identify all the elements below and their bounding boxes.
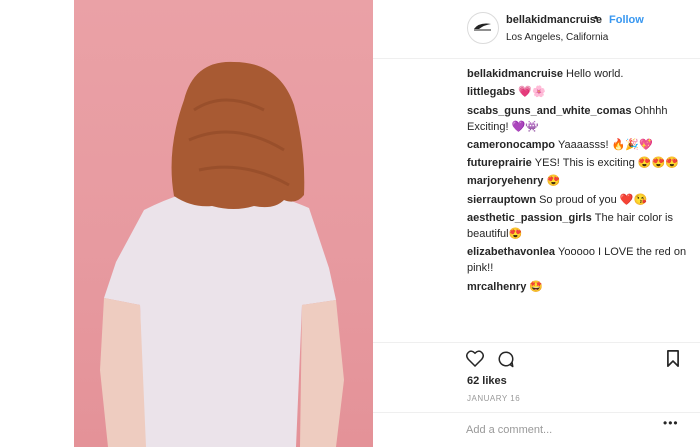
list-item: littlegabs 💗🌸 (467, 84, 693, 100)
comment-username[interactable]: mrcalhenry (467, 281, 526, 293)
comment-text: Hello world. (566, 68, 624, 80)
comment-text: Yaaaasss! 🔥🎉💖 (558, 138, 653, 151)
add-comment-bar (373, 412, 700, 448)
list-item: cameronocampo Yaaaasss! 🔥🎉💖 (467, 137, 693, 153)
separator-dot: • (594, 12, 598, 24)
comment-username[interactable]: futureprairie (467, 157, 532, 169)
comment-username[interactable]: marjoryehenry (467, 175, 543, 187)
comment-text: 💗🌸 (518, 86, 546, 99)
photo-illustration (100, 61, 344, 447)
list-item: aesthetic_passion_girls The hair color is… (467, 210, 693, 242)
comment-text: 😍 (546, 175, 561, 188)
comment-list: bellakidmancruise Hello world. littlegabs… (467, 66, 693, 297)
logo-icon (474, 23, 491, 31)
heart-icon[interactable] (466, 350, 484, 372)
comment-username[interactable]: sierrauptown (467, 194, 536, 206)
likes-count[interactable]: 62 likes (467, 375, 507, 387)
username-link[interactable]: bellakidmancruise (506, 14, 602, 26)
comment-username[interactable]: bellakidmancruise (467, 68, 563, 80)
avatar[interactable] (467, 12, 499, 44)
bookmark-icon[interactable] (666, 350, 680, 372)
comment-username[interactable]: scabs_guns_and_white_comas (467, 105, 631, 117)
post-photo (74, 0, 373, 447)
post-date: JANUARY 16 (467, 394, 521, 403)
list-item: sierrauptown So proud of you ❤️😘 (467, 192, 693, 208)
action-bar (373, 342, 700, 375)
location-link[interactable]: Los Angeles, California (506, 32, 608, 43)
list-item: futureprairie YES! This is exciting 😍😍😍 (467, 155, 693, 171)
post-details-panel: bellakidmancruise • Follow Los Angeles, … (373, 0, 700, 447)
list-item: elizabethavonlea Yooooo I LOVE the red on… (467, 244, 693, 276)
more-options-icon[interactable]: ••• (663, 416, 679, 430)
comment-username[interactable]: aesthetic_passion_girls (467, 212, 592, 224)
comment-username[interactable]: littlegabs (467, 86, 515, 98)
comment-input[interactable] (466, 421, 676, 439)
list-item: mrcalhenry 🤩 (467, 279, 693, 295)
comment-text: YES! This is exciting 😍😍😍 (534, 157, 679, 170)
caption: bellakidmancruise Hello world. (467, 66, 693, 82)
comment-username[interactable]: cameronocampo (467, 139, 555, 151)
comment-bubble-icon[interactable] (497, 350, 515, 373)
comment-text: 🤩 (529, 280, 544, 293)
comment-text: So proud of you ❤️😘 (539, 193, 648, 206)
list-item: scabs_guns_and_white_comas Ohhhh Exciting… (467, 103, 693, 135)
post-header: bellakidmancruise • Follow Los Angeles, … (373, 0, 700, 59)
follow-button[interactable]: Follow (609, 14, 644, 26)
comment-username[interactable]: elizabethavonlea (467, 246, 555, 258)
list-item: marjoryehenry 😍 (467, 173, 693, 189)
